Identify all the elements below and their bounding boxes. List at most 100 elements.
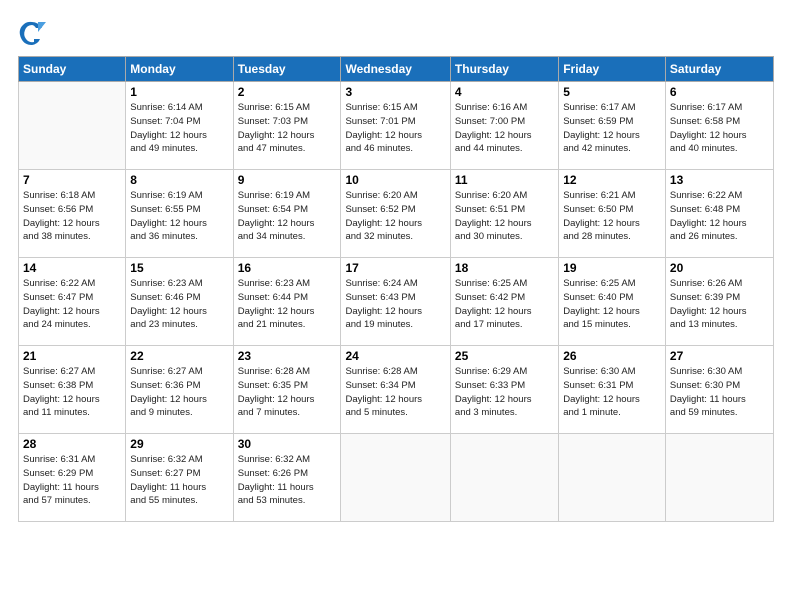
day-info: Sunrise: 6:14 AM Sunset: 7:04 PM Dayligh… bbox=[130, 101, 228, 156]
day-number: 3 bbox=[345, 85, 445, 99]
day-info: Sunrise: 6:31 AM Sunset: 6:29 PM Dayligh… bbox=[23, 453, 121, 508]
day-number: 6 bbox=[670, 85, 769, 99]
day-number: 27 bbox=[670, 349, 769, 363]
day-number: 12 bbox=[563, 173, 661, 187]
day-info: Sunrise: 6:16 AM Sunset: 7:00 PM Dayligh… bbox=[455, 101, 554, 156]
calendar-cell: 7 Sunrise: 6:18 AM Sunset: 6:56 PM Daylig… bbox=[19, 170, 126, 258]
day-info: Sunrise: 6:24 AM Sunset: 6:43 PM Dayligh… bbox=[345, 277, 445, 332]
day-info: Sunrise: 6:23 AM Sunset: 6:44 PM Dayligh… bbox=[238, 277, 337, 332]
day-info: Sunrise: 6:30 AM Sunset: 6:30 PM Dayligh… bbox=[670, 365, 769, 420]
calendar-cell: 11 Sunrise: 6:20 AM Sunset: 6:51 PM Dayli… bbox=[450, 170, 558, 258]
day-number: 23 bbox=[238, 349, 337, 363]
logo bbox=[18, 18, 48, 46]
calendar-cell: 21Sunrise: 6:27 AM Sunset: 6:38 PM Dayli… bbox=[19, 346, 126, 434]
calendar-cell: 16 Sunrise: 6:23 AM Sunset: 6:44 PM Dayli… bbox=[233, 258, 341, 346]
day-number: 10 bbox=[345, 173, 445, 187]
calendar: SundayMondayTuesdayWednesdayThursdayFrid… bbox=[18, 56, 774, 522]
day-info: Sunrise: 6:21 AM Sunset: 6:50 PM Dayligh… bbox=[563, 189, 661, 244]
calendar-cell: 2 Sunrise: 6:15 AM Sunset: 7:03 PM Daylig… bbox=[233, 82, 341, 170]
calendar-cell bbox=[559, 434, 666, 522]
day-info: Sunrise: 6:18 AM Sunset: 6:56 PM Dayligh… bbox=[23, 189, 121, 244]
day-number: 20 bbox=[670, 261, 769, 275]
day-info: Sunrise: 6:27 AM Sunset: 6:38 PM Dayligh… bbox=[23, 365, 121, 420]
day-number: 9 bbox=[238, 173, 337, 187]
weekday-header-tuesday: Tuesday bbox=[233, 57, 341, 82]
calendar-cell bbox=[665, 434, 773, 522]
calendar-cell: 9Sunrise: 6:19 AM Sunset: 6:54 PM Daylig… bbox=[233, 170, 341, 258]
calendar-cell: 17 Sunrise: 6:24 AM Sunset: 6:43 PM Dayli… bbox=[341, 258, 450, 346]
day-info: Sunrise: 6:25 AM Sunset: 6:40 PM Dayligh… bbox=[563, 277, 661, 332]
day-number: 11 bbox=[455, 173, 554, 187]
page-header bbox=[18, 18, 774, 46]
calendar-cell: 30 Sunrise: 6:32 AM Sunset: 6:26 PM Dayli… bbox=[233, 434, 341, 522]
calendar-cell: 3 Sunrise: 6:15 AM Sunset: 7:01 PM Daylig… bbox=[341, 82, 450, 170]
day-number: 4 bbox=[455, 85, 554, 99]
calendar-cell: 5 Sunrise: 6:17 AM Sunset: 6:59 PM Daylig… bbox=[559, 82, 666, 170]
calendar-cell: 25Sunrise: 6:29 AM Sunset: 6:33 PM Dayli… bbox=[450, 346, 558, 434]
day-number: 30 bbox=[238, 437, 337, 451]
calendar-cell: 24Sunrise: 6:28 AM Sunset: 6:34 PM Dayli… bbox=[341, 346, 450, 434]
day-info: Sunrise: 6:32 AM Sunset: 6:27 PM Dayligh… bbox=[130, 453, 228, 508]
day-info: Sunrise: 6:17 AM Sunset: 6:58 PM Dayligh… bbox=[670, 101, 769, 156]
calendar-cell bbox=[19, 82, 126, 170]
calendar-cell: 27 Sunrise: 6:30 AM Sunset: 6:30 PM Dayli… bbox=[665, 346, 773, 434]
logo-icon bbox=[18, 18, 46, 46]
calendar-cell: 13 Sunrise: 6:22 AM Sunset: 6:48 PM Dayli… bbox=[665, 170, 773, 258]
day-number: 8 bbox=[130, 173, 228, 187]
calendar-cell: 6 Sunrise: 6:17 AM Sunset: 6:58 PM Daylig… bbox=[665, 82, 773, 170]
day-info: Sunrise: 6:15 AM Sunset: 7:03 PM Dayligh… bbox=[238, 101, 337, 156]
weekday-header-sunday: Sunday bbox=[19, 57, 126, 82]
day-info: Sunrise: 6:25 AM Sunset: 6:42 PM Dayligh… bbox=[455, 277, 554, 332]
calendar-cell: 14 Sunrise: 6:22 AM Sunset: 6:47 PM Dayli… bbox=[19, 258, 126, 346]
day-number: 28 bbox=[23, 437, 121, 451]
day-info: Sunrise: 6:32 AM Sunset: 6:26 PM Dayligh… bbox=[238, 453, 337, 508]
day-info: Sunrise: 6:20 AM Sunset: 6:51 PM Dayligh… bbox=[455, 189, 554, 244]
calendar-cell: 15Sunrise: 6:23 AM Sunset: 6:46 PM Dayli… bbox=[126, 258, 233, 346]
day-number: 14 bbox=[23, 261, 121, 275]
calendar-cell: 1 Sunrise: 6:14 AM Sunset: 7:04 PM Daylig… bbox=[126, 82, 233, 170]
day-info: Sunrise: 6:22 AM Sunset: 6:48 PM Dayligh… bbox=[670, 189, 769, 244]
calendar-cell: 20 Sunrise: 6:26 AM Sunset: 6:39 PM Dayli… bbox=[665, 258, 773, 346]
day-number: 25 bbox=[455, 349, 554, 363]
day-info: Sunrise: 6:30 AM Sunset: 6:31 PM Dayligh… bbox=[563, 365, 661, 420]
calendar-cell: 10 Sunrise: 6:20 AM Sunset: 6:52 PM Dayli… bbox=[341, 170, 450, 258]
calendar-cell: 26 Sunrise: 6:30 AM Sunset: 6:31 PM Dayli… bbox=[559, 346, 666, 434]
day-info: Sunrise: 6:19 AM Sunset: 6:55 PM Dayligh… bbox=[130, 189, 228, 244]
calendar-cell: 29 Sunrise: 6:32 AM Sunset: 6:27 PM Dayli… bbox=[126, 434, 233, 522]
day-info: Sunrise: 6:22 AM Sunset: 6:47 PM Dayligh… bbox=[23, 277, 121, 332]
weekday-header-saturday: Saturday bbox=[665, 57, 773, 82]
day-info: Sunrise: 6:15 AM Sunset: 7:01 PM Dayligh… bbox=[345, 101, 445, 156]
day-number: 29 bbox=[130, 437, 228, 451]
day-info: Sunrise: 6:20 AM Sunset: 6:52 PM Dayligh… bbox=[345, 189, 445, 244]
weekday-header-wednesday: Wednesday bbox=[341, 57, 450, 82]
calendar-cell: 28 Sunrise: 6:31 AM Sunset: 6:29 PM Dayli… bbox=[19, 434, 126, 522]
day-number: 19 bbox=[563, 261, 661, 275]
day-info: Sunrise: 6:17 AM Sunset: 6:59 PM Dayligh… bbox=[563, 101, 661, 156]
day-info: Sunrise: 6:27 AM Sunset: 6:36 PM Dayligh… bbox=[130, 365, 228, 420]
day-number: 22 bbox=[130, 349, 228, 363]
day-info: Sunrise: 6:26 AM Sunset: 6:39 PM Dayligh… bbox=[670, 277, 769, 332]
day-number: 15 bbox=[130, 261, 228, 275]
day-number: 18 bbox=[455, 261, 554, 275]
day-number: 5 bbox=[563, 85, 661, 99]
day-number: 13 bbox=[670, 173, 769, 187]
day-number: 2 bbox=[238, 85, 337, 99]
calendar-cell bbox=[341, 434, 450, 522]
day-number: 16 bbox=[238, 261, 337, 275]
calendar-cell: 23Sunrise: 6:28 AM Sunset: 6:35 PM Dayli… bbox=[233, 346, 341, 434]
calendar-cell: 8 Sunrise: 6:19 AM Sunset: 6:55 PM Daylig… bbox=[126, 170, 233, 258]
calendar-cell: 18 Sunrise: 6:25 AM Sunset: 6:42 PM Dayli… bbox=[450, 258, 558, 346]
day-number: 17 bbox=[345, 261, 445, 275]
calendar-cell: 19 Sunrise: 6:25 AM Sunset: 6:40 PM Dayli… bbox=[559, 258, 666, 346]
weekday-header-thursday: Thursday bbox=[450, 57, 558, 82]
calendar-cell: 22 Sunrise: 6:27 AM Sunset: 6:36 PM Dayli… bbox=[126, 346, 233, 434]
weekday-header-monday: Monday bbox=[126, 57, 233, 82]
calendar-cell: 4 Sunrise: 6:16 AM Sunset: 7:00 PM Daylig… bbox=[450, 82, 558, 170]
day-number: 1 bbox=[130, 85, 228, 99]
calendar-cell bbox=[450, 434, 558, 522]
calendar-cell: 12 Sunrise: 6:21 AM Sunset: 6:50 PM Dayli… bbox=[559, 170, 666, 258]
weekday-header-friday: Friday bbox=[559, 57, 666, 82]
day-number: 26 bbox=[563, 349, 661, 363]
day-number: 7 bbox=[23, 173, 121, 187]
day-number: 24 bbox=[345, 349, 445, 363]
